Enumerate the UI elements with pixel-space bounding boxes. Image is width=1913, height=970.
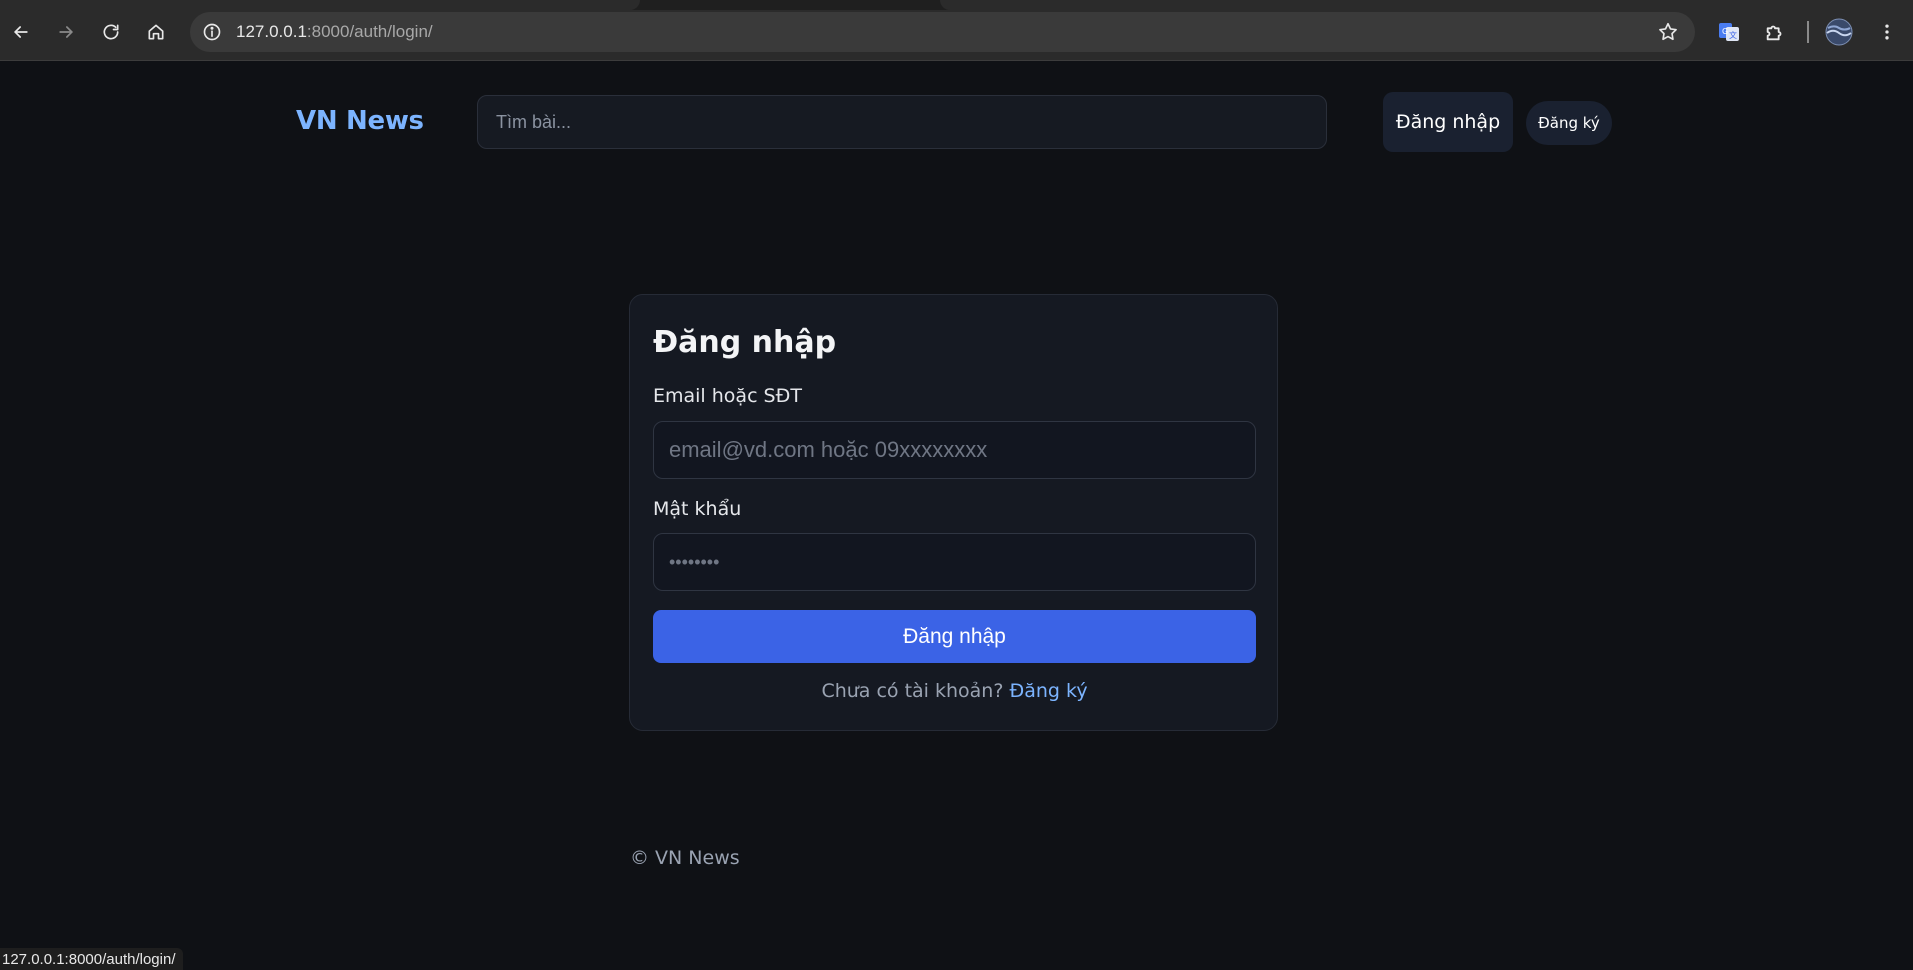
password-field[interactable] [653, 533, 1256, 591]
url-text[interactable]: 127.0.0.1:8000/auth/login/ [236, 22, 433, 42]
password-label: Mật khẩu [653, 498, 742, 520]
site-info-icon[interactable] [192, 12, 232, 52]
no-account-text: Chưa có tài khoản? [821, 680, 1004, 702]
back-button[interactable] [4, 15, 38, 49]
search-field[interactable] [477, 95, 1327, 149]
url-host: 127.0.0.1 [236, 22, 307, 41]
email-field[interactable] [653, 421, 1256, 479]
register-prompt: Chưa có tài khoản? Đăng ký [630, 680, 1279, 702]
email-label: Email hoặc SĐT [653, 385, 802, 407]
footer-copyright: © VN News [630, 847, 740, 869]
site-logo[interactable]: VN News [296, 106, 424, 136]
translate-icon: G文 [1719, 23, 1739, 41]
login-title: Đăng nhập [653, 325, 837, 360]
login-card: Đăng nhập Email hoặc SĐT Mật khẩu Đăng n… [629, 294, 1278, 731]
register-link[interactable]: Đăng ký [1009, 680, 1087, 702]
header-register-button[interactable]: Đăng ký [1526, 101, 1612, 145]
home-button[interactable] [139, 15, 173, 49]
site-header: VN News Đăng nhập Đăng ký [0, 62, 1913, 182]
arrow-left-icon [14, 26, 28, 38]
forward-button[interactable] [49, 15, 83, 49]
password-input[interactable] [654, 534, 1255, 590]
header-login-button[interactable]: Đăng nhập [1383, 92, 1513, 152]
toolbar-divider [1807, 21, 1809, 43]
email-input[interactable] [654, 422, 1255, 478]
reload-button[interactable] [94, 15, 128, 49]
more-vert-icon [1885, 24, 1889, 40]
tab-left[interactable] [0, 0, 640, 10]
home-icon [148, 24, 164, 40]
url-path: :8000/auth/login/ [306, 22, 433, 41]
browser-toolbar: 127.0.0.1:8000/auth/login/ G文 [0, 0, 1913, 61]
bookmark-star-icon[interactable] [1657, 21, 1679, 47]
avatar [1825, 18, 1853, 46]
tab-strip [0, 0, 1913, 10]
address-bar[interactable]: 127.0.0.1:8000/auth/login/ [190, 12, 1695, 52]
arrow-right-icon [59, 26, 73, 38]
status-bar-url: 127.0.0.1:8000/auth/login/ [0, 948, 184, 970]
page: VN News Đăng nhập Đăng ký Đăng nhập Emai… [0, 62, 1913, 970]
search-input[interactable] [478, 96, 1326, 148]
puzzle-icon [1766, 25, 1782, 41]
extensions-button[interactable] [1758, 15, 1792, 49]
browser-menu-button[interactable] [1870, 15, 1904, 49]
profile-button[interactable] [1822, 15, 1856, 49]
translate-extension-button[interactable]: G文 [1712, 15, 1746, 49]
tab-right[interactable] [940, 0, 1913, 10]
login-submit-button[interactable]: Đăng nhập [653, 610, 1256, 663]
reload-icon [103, 24, 119, 40]
svg-text:G: G [1722, 27, 1728, 36]
svg-text:文: 文 [1729, 30, 1737, 40]
